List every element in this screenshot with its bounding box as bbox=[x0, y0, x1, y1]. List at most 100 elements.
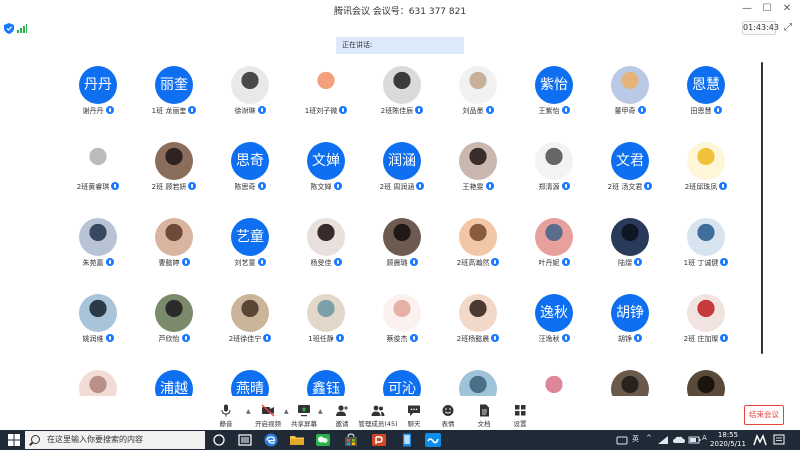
settings-button[interactable]: 设置 bbox=[502, 404, 538, 430]
participant-tile[interactable]: 燕晴 bbox=[212, 368, 288, 396]
ime-indicator[interactable]: 英 bbox=[632, 434, 639, 444]
participant-tile[interactable]: 2班高瀚然 bbox=[440, 216, 516, 276]
participant-tile[interactable]: 1班 丁诚健 bbox=[668, 216, 744, 276]
close-button[interactable]: ✕ bbox=[780, 2, 794, 16]
participant-tile[interactable]: 芦欣怡 bbox=[136, 292, 212, 352]
participant-photo bbox=[459, 142, 497, 180]
participant-tile[interactable]: 紫怡 王紫怡 bbox=[516, 64, 592, 124]
participant-tile[interactable]: 董甲奇 bbox=[592, 64, 668, 124]
invite-button[interactable]: 邀请 bbox=[324, 404, 360, 430]
keyboard-icon[interactable] bbox=[616, 432, 628, 448]
wechat-icon[interactable] bbox=[314, 432, 332, 448]
notification-icon[interactable] bbox=[772, 432, 786, 448]
store-icon[interactable] bbox=[342, 432, 360, 448]
microphone-icon bbox=[561, 182, 570, 190]
manage-members-button[interactable]: 管理成员(45) bbox=[358, 404, 398, 430]
participant-avatar: 恩慧 bbox=[687, 66, 725, 104]
participant-tile[interactable]: 2班黄睿琪 bbox=[60, 140, 136, 200]
participant-tile[interactable]: 杨旻佳 bbox=[288, 216, 364, 276]
participant-tile[interactable] bbox=[516, 368, 592, 396]
share-options-caret[interactable]: ▲ bbox=[318, 408, 323, 415]
participant-photo bbox=[307, 66, 345, 104]
participant-tile[interactable]: 蔡俊杰 bbox=[364, 292, 440, 352]
smiley-icon bbox=[442, 405, 454, 416]
participant-tile[interactable]: 2班 顾若妍 bbox=[136, 140, 212, 200]
participant-tile[interactable]: 恩慧 田恩慧 bbox=[668, 64, 744, 124]
task-view-icon[interactable] bbox=[210, 432, 228, 448]
network-icon[interactable] bbox=[656, 432, 670, 448]
documents-button[interactable]: 文档 bbox=[466, 404, 502, 430]
participant-name-text: 芦欣怡 bbox=[158, 335, 180, 343]
windows-start-icon[interactable] bbox=[8, 434, 20, 446]
participant-photo bbox=[687, 142, 725, 180]
participant-tile[interactable] bbox=[60, 368, 136, 396]
participant-tile[interactable]: 丽奎 1班 龙丽奎 bbox=[136, 64, 212, 124]
participant-tile[interactable]: 郑清源 bbox=[516, 140, 592, 200]
powerpoint-icon[interactable] bbox=[370, 432, 388, 448]
participant-name-text: 1班 丁诚健 bbox=[683, 259, 719, 267]
participant-tile[interactable]: 徐澍琳 bbox=[212, 64, 288, 124]
microphone-icon bbox=[335, 334, 344, 342]
participant-tile[interactable]: 2班邱珠凤 bbox=[668, 140, 744, 200]
participant-tile[interactable]: 胡铮 胡铮 bbox=[592, 292, 668, 352]
participant-tile[interactable] bbox=[440, 368, 516, 396]
participant-tile[interactable]: 逸秋 汪逸秋 bbox=[516, 292, 592, 352]
taskbar-clock[interactable]: 18:55 2020/5/11 bbox=[708, 431, 748, 449]
participant-tile[interactable]: 2班杨懿晨 bbox=[440, 292, 516, 352]
end-meeting-button[interactable]: 结束会议 bbox=[744, 405, 784, 425]
video-button[interactable]: 开启视频 bbox=[250, 404, 286, 430]
participant-photo bbox=[611, 218, 649, 256]
tablet-app-icon[interactable] bbox=[398, 432, 416, 448]
signal-icon[interactable] bbox=[17, 24, 27, 33]
participant-tile[interactable]: 鑫钰 bbox=[288, 368, 364, 396]
shield-icon[interactable] bbox=[4, 23, 14, 34]
participant-tile[interactable]: 丹丹 谢丹丹 bbox=[60, 64, 136, 124]
mute-button[interactable]: 静音 bbox=[208, 404, 244, 430]
taskbar-search-box[interactable]: 在这里输入你要搜索的内容 bbox=[25, 431, 205, 449]
tray-expand[interactable]: ^ bbox=[646, 434, 652, 442]
participant-tile[interactable]: 1班任静 bbox=[288, 292, 364, 352]
participant-tile[interactable]: 叶丹妮 bbox=[516, 216, 592, 276]
edge-browser-icon[interactable] bbox=[262, 432, 280, 448]
participant-tile[interactable]: 1班刘子微 bbox=[288, 64, 364, 124]
battery-icon[interactable] bbox=[688, 432, 702, 448]
participant-tile[interactable]: 艺童 刘艺童 bbox=[212, 216, 288, 276]
cloud-icon[interactable] bbox=[672, 432, 686, 448]
chat-button[interactable]: 聊天 bbox=[396, 404, 432, 430]
fullscreen-icon[interactable]: ⤢ bbox=[782, 22, 794, 34]
microphone-icon bbox=[637, 106, 646, 114]
participant-tile[interactable]: 文婵 陈文婵 bbox=[288, 140, 364, 200]
participant-tile[interactable]: 文君 2班 汤文君 bbox=[592, 140, 668, 200]
participant-tile[interactable]: 浦越 bbox=[136, 368, 212, 396]
participant-tile[interactable]: 陆熠 bbox=[592, 216, 668, 276]
participant-tile[interactable] bbox=[592, 368, 668, 396]
participant-tile[interactable]: 可沁 bbox=[364, 368, 440, 396]
participant-photo bbox=[535, 370, 573, 396]
participant-tile[interactable]: 王艳雯 bbox=[440, 140, 516, 200]
participant-tile[interactable]: 刘品墨 bbox=[440, 64, 516, 124]
tencent-meeting-icon[interactable] bbox=[424, 432, 442, 448]
grid-scrollbar[interactable] bbox=[761, 62, 763, 354]
participant-tile[interactable]: 2班徐佳宁 bbox=[212, 292, 288, 352]
participant-tile[interactable]: 姚润维 bbox=[60, 292, 136, 352]
participant-tile[interactable]: 思奇 陈思奇 bbox=[212, 140, 288, 200]
participant-name-text: 顾晨璐 bbox=[386, 259, 408, 267]
participant-tile[interactable]: 朱苑嘉 bbox=[60, 216, 136, 276]
ime-logo-icon[interactable] bbox=[752, 432, 768, 448]
participant-tile[interactable] bbox=[668, 368, 744, 396]
participant-photo bbox=[155, 294, 193, 332]
participant-name-text: 刘艺童 bbox=[234, 259, 256, 267]
participant-tile[interactable]: 2班 庄加璨 bbox=[668, 292, 744, 352]
participant-tile[interactable]: 曹懿婷 bbox=[136, 216, 212, 276]
participant-name: 2班 顾若妍 bbox=[136, 182, 212, 192]
minimize-button[interactable]: — bbox=[740, 2, 754, 16]
share-screen-button[interactable]: 共享屏幕 bbox=[286, 404, 322, 430]
participant-tile[interactable]: 2班陈佳辰 bbox=[364, 64, 440, 124]
task-switch-icon[interactable] bbox=[236, 432, 254, 448]
maximize-button[interactable]: ☐ bbox=[760, 2, 774, 16]
participant-tile[interactable]: 润涵 2班 周润涵 bbox=[364, 140, 440, 200]
reactions-button[interactable]: 表情 bbox=[430, 404, 466, 430]
tray-lang[interactable]: A bbox=[702, 434, 707, 442]
file-explorer-icon[interactable] bbox=[288, 432, 306, 448]
participant-tile[interactable]: 顾晨璐 bbox=[364, 216, 440, 276]
